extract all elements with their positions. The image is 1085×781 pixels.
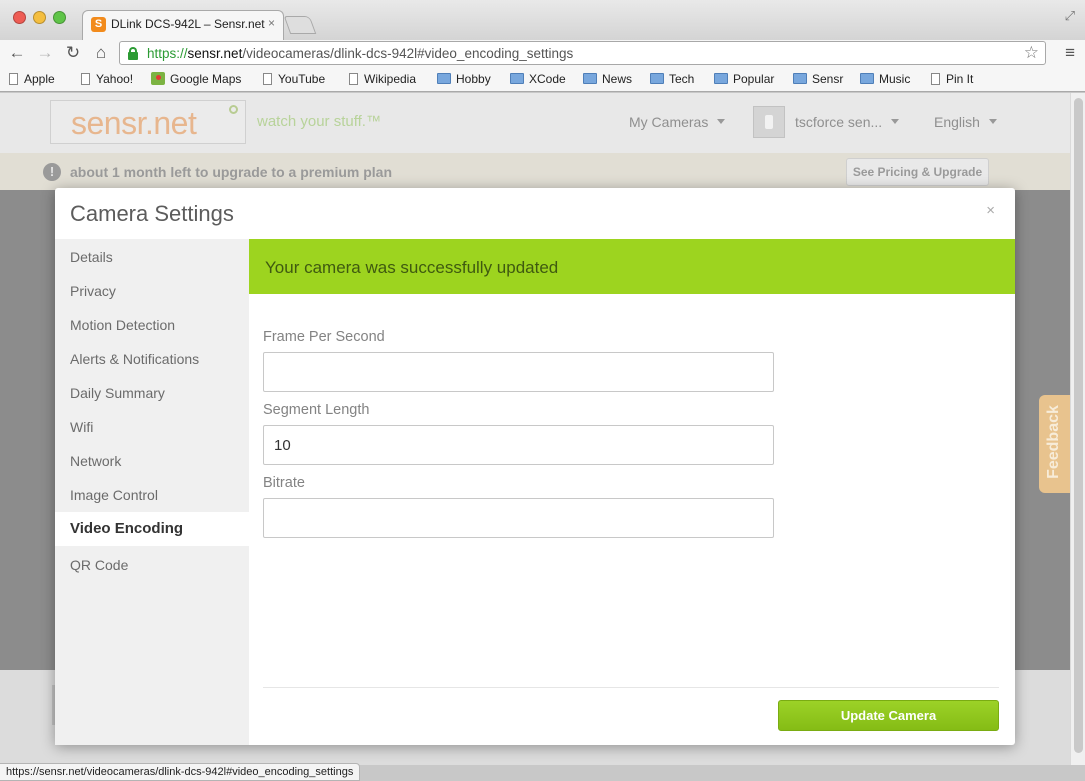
lock-icon [128,47,138,60]
forward-button[interactable]: → [34,42,56,64]
folder-icon [583,73,597,84]
chevron-down-icon [891,119,900,124]
tab-title: DLink DCS-942L – Sensr.net [111,17,265,31]
feedback-tab[interactable]: Feedback [1039,395,1070,493]
user-menu[interactable]: tscforce sen... [795,114,900,130]
folder-icon [437,73,451,84]
sidebar-item-details[interactable]: Details [55,240,249,274]
success-banner: Your camera was successfully updated [249,239,1015,294]
home-button[interactable]: ⌂ [90,42,112,64]
chevron-down-icon [988,119,997,124]
bitrate-input[interactable] [263,498,774,538]
camera-settings-modal: Camera Settings × Details Privacy Motion… [55,188,1015,745]
page-icon [349,73,358,85]
status-bar-url: https://sensr.net/videocameras/dlink-dcs… [0,763,361,781]
menu-icon[interactable]: ≡ [1065,43,1075,63]
site-tagline: watch your stuff.™ [257,113,381,130]
page-scrollbar[interactable] [1070,93,1085,765]
info-icon: ! [43,163,61,181]
scrollbar-thumb[interactable] [1074,98,1083,753]
bookmark-star-icon[interactable]: ☆ [1024,43,1039,63]
sidebar-item-alerts-notifications[interactable]: Alerts & Notifications [55,342,249,376]
bookmark-apple[interactable]: Apple [9,72,55,86]
fps-label: Frame Per Second [263,329,385,345]
sidebar-item-motion-detection[interactable]: Motion Detection [55,308,249,342]
my-cameras-menu[interactable]: My Cameras [629,114,726,130]
bookmark-yahoo[interactable]: Yahoo! [81,72,133,86]
sidebar-item-image-control[interactable]: Image Control [55,478,249,512]
page-icon [263,73,272,85]
settings-sidebar: Details Privacy Motion Detection Alerts … [55,239,249,745]
user-avatar[interactable] [753,106,785,138]
back-button[interactable]: ← [6,42,28,64]
page-icon [9,73,18,85]
sidebar-item-qr-code[interactable]: QR Code [55,548,249,582]
folder-icon [860,73,874,84]
language-menu[interactable]: English [934,114,997,130]
bookmark-folder-popular[interactable]: Popular [714,72,774,86]
bookmarks-bar: Apple Yahoo! Google Maps YouTube Wikiped… [0,68,1085,92]
logo-text: sensr.net [71,105,197,141]
sensr-logo[interactable]: sensr.net [50,100,246,144]
new-tab-button[interactable] [283,16,317,34]
reload-button[interactable]: ↻ [62,42,84,64]
bitrate-label: Bitrate [263,475,305,491]
bookmark-folder-hobby[interactable]: Hobby [437,72,491,86]
bookmark-youtube[interactable]: YouTube [263,72,325,86]
page-icon [931,73,940,85]
sensr-favicon-icon: S [91,17,106,32]
fullscreen-icon[interactable]: ⤢ [1065,8,1075,24]
bookmark-wikipedia[interactable]: Wikipedia [349,72,416,86]
segment-length-input[interactable] [263,425,774,465]
minimize-window-button[interactable] [33,11,46,24]
segment-length-label: Segment Length [263,402,370,418]
bookmark-folder-tech[interactable]: Tech [650,72,694,86]
site-header: sensr.net watch your stuff.™ My Cameras … [0,93,1070,153]
upgrade-notice-bar: ! about 1 month left to upgrade to a pre… [0,153,1070,190]
address-bar[interactable]: https://sensr.net/videocameras/dlink-dcs… [119,41,1046,65]
bookmark-folder-news[interactable]: News [583,72,632,86]
url-text[interactable]: https://sensr.net/videocameras/dlink-dcs… [147,46,573,61]
success-message: Your camera was successfully updated [265,258,559,277]
close-icon[interactable]: × [986,202,995,219]
fps-input[interactable] [263,352,774,392]
footer-divider [263,687,999,688]
bookmark-folder-sensr[interactable]: Sensr [793,72,843,86]
bookmark-google-maps[interactable]: Google Maps [151,72,241,86]
logo-dot-icon [229,105,238,114]
url-host: sensr.net [187,46,243,61]
folder-icon [510,73,524,84]
browser-titlebar: S DLink DCS-942L – Sensr.net × ⤢ [0,0,1085,40]
pricing-upgrade-button[interactable]: See Pricing & Upgrade [846,158,989,186]
sidebar-item-video-encoding[interactable]: Video Encoding [55,512,249,546]
upgrade-notice-text: about 1 month left to upgrade to a premi… [70,164,393,180]
page-icon [81,73,90,85]
modal-title: Camera Settings [70,201,234,226]
browser-toolbar: ← → ↻ ⌂ https://sensr.net/videocameras/d… [0,40,1085,68]
zoom-window-button[interactable] [53,11,66,24]
google-maps-icon [151,72,165,85]
sidebar-item-privacy[interactable]: Privacy [55,274,249,308]
folder-icon [793,73,807,84]
chevron-down-icon [717,119,726,124]
close-window-button[interactable] [13,11,26,24]
sidebar-item-daily-summary[interactable]: Daily Summary [55,376,249,410]
folder-icon [714,73,728,84]
url-path: /videocameras/dlink-dcs-942l#video_encod… [242,46,574,61]
browser-tab[interactable]: S DLink DCS-942L – Sensr.net × [82,10,284,40]
tab-close-icon[interactable]: × [268,16,275,30]
bookmark-folder-music[interactable]: Music [860,72,910,86]
url-scheme: https:// [147,46,188,61]
sidebar-item-wifi[interactable]: Wifi [55,410,249,444]
update-camera-button[interactable]: Update Camera [778,700,999,731]
sidebar-item-network[interactable]: Network [55,444,249,478]
feedback-label: Feedback [1045,405,1062,479]
bookmark-pin-it[interactable]: Pin It [931,72,973,86]
bookmark-folder-xcode[interactable]: XCode [510,72,566,86]
folder-icon [650,73,664,84]
